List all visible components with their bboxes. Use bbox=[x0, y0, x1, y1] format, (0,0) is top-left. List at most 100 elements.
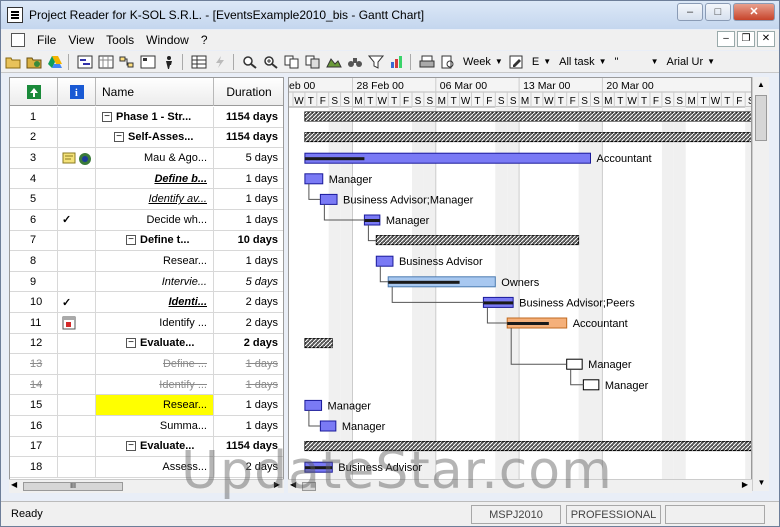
font-select[interactable]: Arial Ur ▼ bbox=[665, 53, 718, 71]
collapse-icon[interactable]: − bbox=[126, 235, 136, 246]
task-name-cell[interactable]: − Evaluate... bbox=[96, 333, 214, 354]
minimize-button[interactable]: – bbox=[677, 3, 703, 21]
vertical-scrollbar[interactable]: ▲ ▼ bbox=[752, 77, 769, 491]
copy-picture-icon[interactable] bbox=[304, 53, 322, 71]
scroll-left-icon[interactable]: ◀ bbox=[11, 480, 17, 489]
task-duration[interactable]: 1 days bbox=[214, 375, 283, 395]
outline-select[interactable]: " ▼ bbox=[613, 53, 661, 71]
task-name-cell[interactable]: Identify ... bbox=[96, 374, 214, 395]
binoculars-icon[interactable] bbox=[346, 53, 364, 71]
table-row[interactable]: 3 Mau & Ago... 5 days bbox=[10, 148, 283, 169]
table-row[interactable]: 4 Define b... 1 days bbox=[10, 168, 283, 190]
task-name-cell[interactable]: Define b... bbox=[96, 168, 214, 189]
maximize-button[interactable]: □ bbox=[705, 3, 731, 21]
task-duration[interactable]: 10 days bbox=[214, 231, 283, 251]
mdi-restore-button[interactable]: ❐ bbox=[737, 31, 755, 47]
table-row[interactable]: 14 Identify ... 1 days bbox=[10, 374, 283, 396]
table-row[interactable]: 2− Self-Asses... 1154 days bbox=[10, 127, 283, 149]
scroll-right-icon[interactable]: ▶ bbox=[742, 480, 748, 489]
menu-help[interactable]: ? bbox=[201, 33, 208, 47]
task-name-cell[interactable]: − Define t... bbox=[96, 230, 214, 251]
table-row[interactable]: 12− Evaluate... 2 days bbox=[10, 333, 283, 355]
filter-select[interactable]: All task ▼ bbox=[557, 53, 608, 71]
task-duration[interactable]: 1154 days bbox=[214, 107, 283, 127]
gantt-chart[interactable]: WTFSSMTWTFSSMTWTFSSMTWTFSSMTWTFSSMTWTFSe… bbox=[288, 77, 752, 491]
task-name-cell[interactable]: − Phase 1 - Str... bbox=[96, 107, 214, 127]
task-duration[interactable]: 5 days bbox=[214, 148, 283, 168]
scroll-up-icon[interactable]: ▲ bbox=[753, 77, 769, 93]
gantt-canvas[interactable]: WTFSSMTWTFSSMTWTFSSMTWTFSSMTWTFSSMTWTFSe… bbox=[289, 78, 752, 491]
copy-icon[interactable] bbox=[283, 53, 301, 71]
task-name-cell[interactable]: Summa... bbox=[96, 416, 214, 436]
network-view-icon[interactable] bbox=[118, 53, 136, 71]
table-row[interactable]: 7− Define t... 10 days bbox=[10, 230, 283, 252]
task-duration[interactable]: 1 days bbox=[214, 416, 283, 436]
table-icon[interactable] bbox=[190, 53, 208, 71]
task-name-cell[interactable]: Decide wh... bbox=[96, 210, 214, 230]
task-name-cell[interactable]: Mau & Ago... bbox=[96, 148, 214, 168]
indicator-column-header[interactable]: i bbox=[58, 78, 96, 106]
task-duration[interactable]: 1154 days bbox=[214, 128, 283, 148]
lightning-icon[interactable] bbox=[211, 53, 229, 71]
table-row[interactable]: 10 ✓ Identi... 2 days bbox=[10, 292, 283, 313]
map-icon[interactable] bbox=[325, 53, 343, 71]
collapse-icon[interactable]: − bbox=[114, 132, 124, 143]
gantt-view-icon[interactable] bbox=[76, 53, 94, 71]
google-drive-icon[interactable] bbox=[46, 53, 64, 71]
task-duration[interactable]: 1 days bbox=[214, 251, 283, 271]
table-row[interactable]: 1− Phase 1 - Str... 1154 days bbox=[10, 107, 283, 128]
menu-view[interactable]: View bbox=[68, 33, 94, 47]
view-select[interactable]: E ▼ bbox=[530, 53, 553, 71]
task-duration[interactable]: 1 days bbox=[214, 210, 283, 230]
task-duration[interactable]: 2 days bbox=[214, 292, 283, 312]
table-row[interactable]: 8 Resear... 1 days bbox=[10, 251, 283, 272]
print-icon[interactable] bbox=[418, 53, 436, 71]
task-duration[interactable]: 1 days bbox=[214, 169, 283, 189]
chart-icon[interactable] bbox=[388, 53, 406, 71]
resource-person-icon[interactable] bbox=[160, 53, 178, 71]
open-recent-icon[interactable] bbox=[25, 53, 43, 71]
menu-window[interactable]: Window bbox=[146, 33, 189, 47]
calendar-view-icon[interactable] bbox=[97, 53, 115, 71]
task-duration[interactable]: 1 days bbox=[214, 395, 283, 415]
edit-view-icon[interactable] bbox=[508, 53, 526, 71]
collapse-icon[interactable]: − bbox=[126, 338, 136, 349]
zoom-in-icon[interactable] bbox=[241, 53, 259, 71]
table-row[interactable]: 6 ✓ Decide wh... 1 days bbox=[10, 210, 283, 231]
print-preview-icon[interactable] bbox=[439, 53, 457, 71]
name-column-header[interactable]: Name bbox=[96, 78, 214, 106]
menu-file[interactable]: File bbox=[37, 33, 56, 47]
scroll-thumb[interactable] bbox=[755, 95, 767, 141]
task-name-cell[interactable]: Define ... bbox=[96, 354, 214, 374]
task-duration[interactable]: 1 days bbox=[214, 354, 283, 374]
task-name-cell[interactable]: − Self-Asses... bbox=[96, 127, 214, 148]
table-row[interactable]: 9 Intervie... 5 days bbox=[10, 271, 283, 293]
task-name-cell[interactable]: Resear... bbox=[96, 395, 214, 415]
task-duration[interactable]: 5 days bbox=[214, 272, 283, 292]
table-row[interactable]: 5 Identify av... 1 days bbox=[10, 189, 283, 210]
collapse-icon[interactable]: − bbox=[102, 111, 112, 122]
close-button[interactable]: ✕ bbox=[733, 3, 775, 21]
task-duration[interactable]: 2 days bbox=[214, 334, 283, 354]
task-duration[interactable]: 1 days bbox=[214, 189, 283, 209]
task-name-cell[interactable]: Identify av... bbox=[96, 189, 214, 209]
menu-tools[interactable]: Tools bbox=[106, 33, 134, 47]
table-row[interactable]: 13 Define ... 1 days bbox=[10, 354, 283, 375]
task-usage-icon[interactable] bbox=[139, 53, 157, 71]
task-name-cell[interactable]: Identi... bbox=[96, 292, 214, 312]
id-column-header[interactable] bbox=[10, 78, 58, 106]
task-duration[interactable]: 2 days bbox=[214, 313, 283, 333]
open-folder-icon[interactable] bbox=[4, 53, 22, 71]
filter-icon[interactable] bbox=[367, 53, 385, 71]
mdi-close-button[interactable]: ✕ bbox=[757, 31, 775, 47]
duration-column-header[interactable]: Duration bbox=[214, 78, 283, 106]
task-name-cell[interactable]: Identify ... bbox=[96, 313, 214, 333]
collapse-icon[interactable]: − bbox=[126, 441, 136, 452]
table-row[interactable]: 15 Resear... 1 days bbox=[10, 395, 283, 416]
document-icon[interactable] bbox=[11, 33, 25, 47]
timescale-select[interactable]: Week ▼ bbox=[461, 53, 505, 71]
task-name-cell[interactable]: Resear... bbox=[96, 251, 214, 271]
grid-scroll-thumb[interactable]: III bbox=[23, 482, 123, 491]
table-row[interactable]: 11 Identify ... 2 days bbox=[10, 313, 283, 334]
task-name-cell[interactable]: Intervie... bbox=[96, 271, 214, 292]
